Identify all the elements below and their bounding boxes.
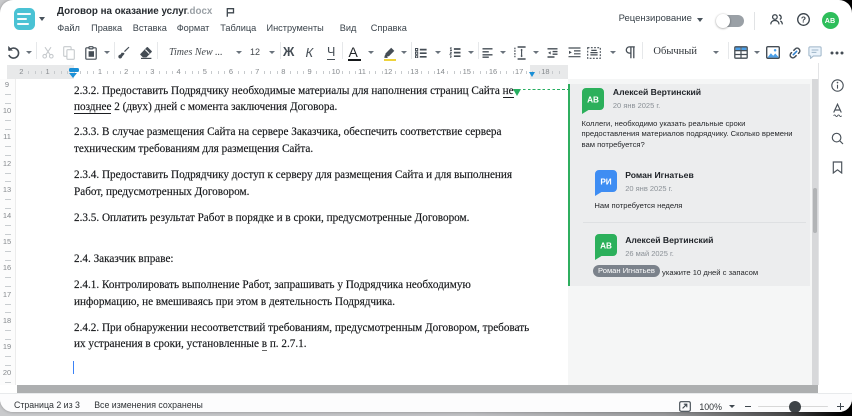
svg-text:РИ: РИ: [601, 178, 612, 187]
svg-text:АВ: АВ: [600, 242, 612, 251]
svg-text:АВ: АВ: [587, 96, 599, 105]
svg-text:?: ?: [801, 15, 806, 25]
